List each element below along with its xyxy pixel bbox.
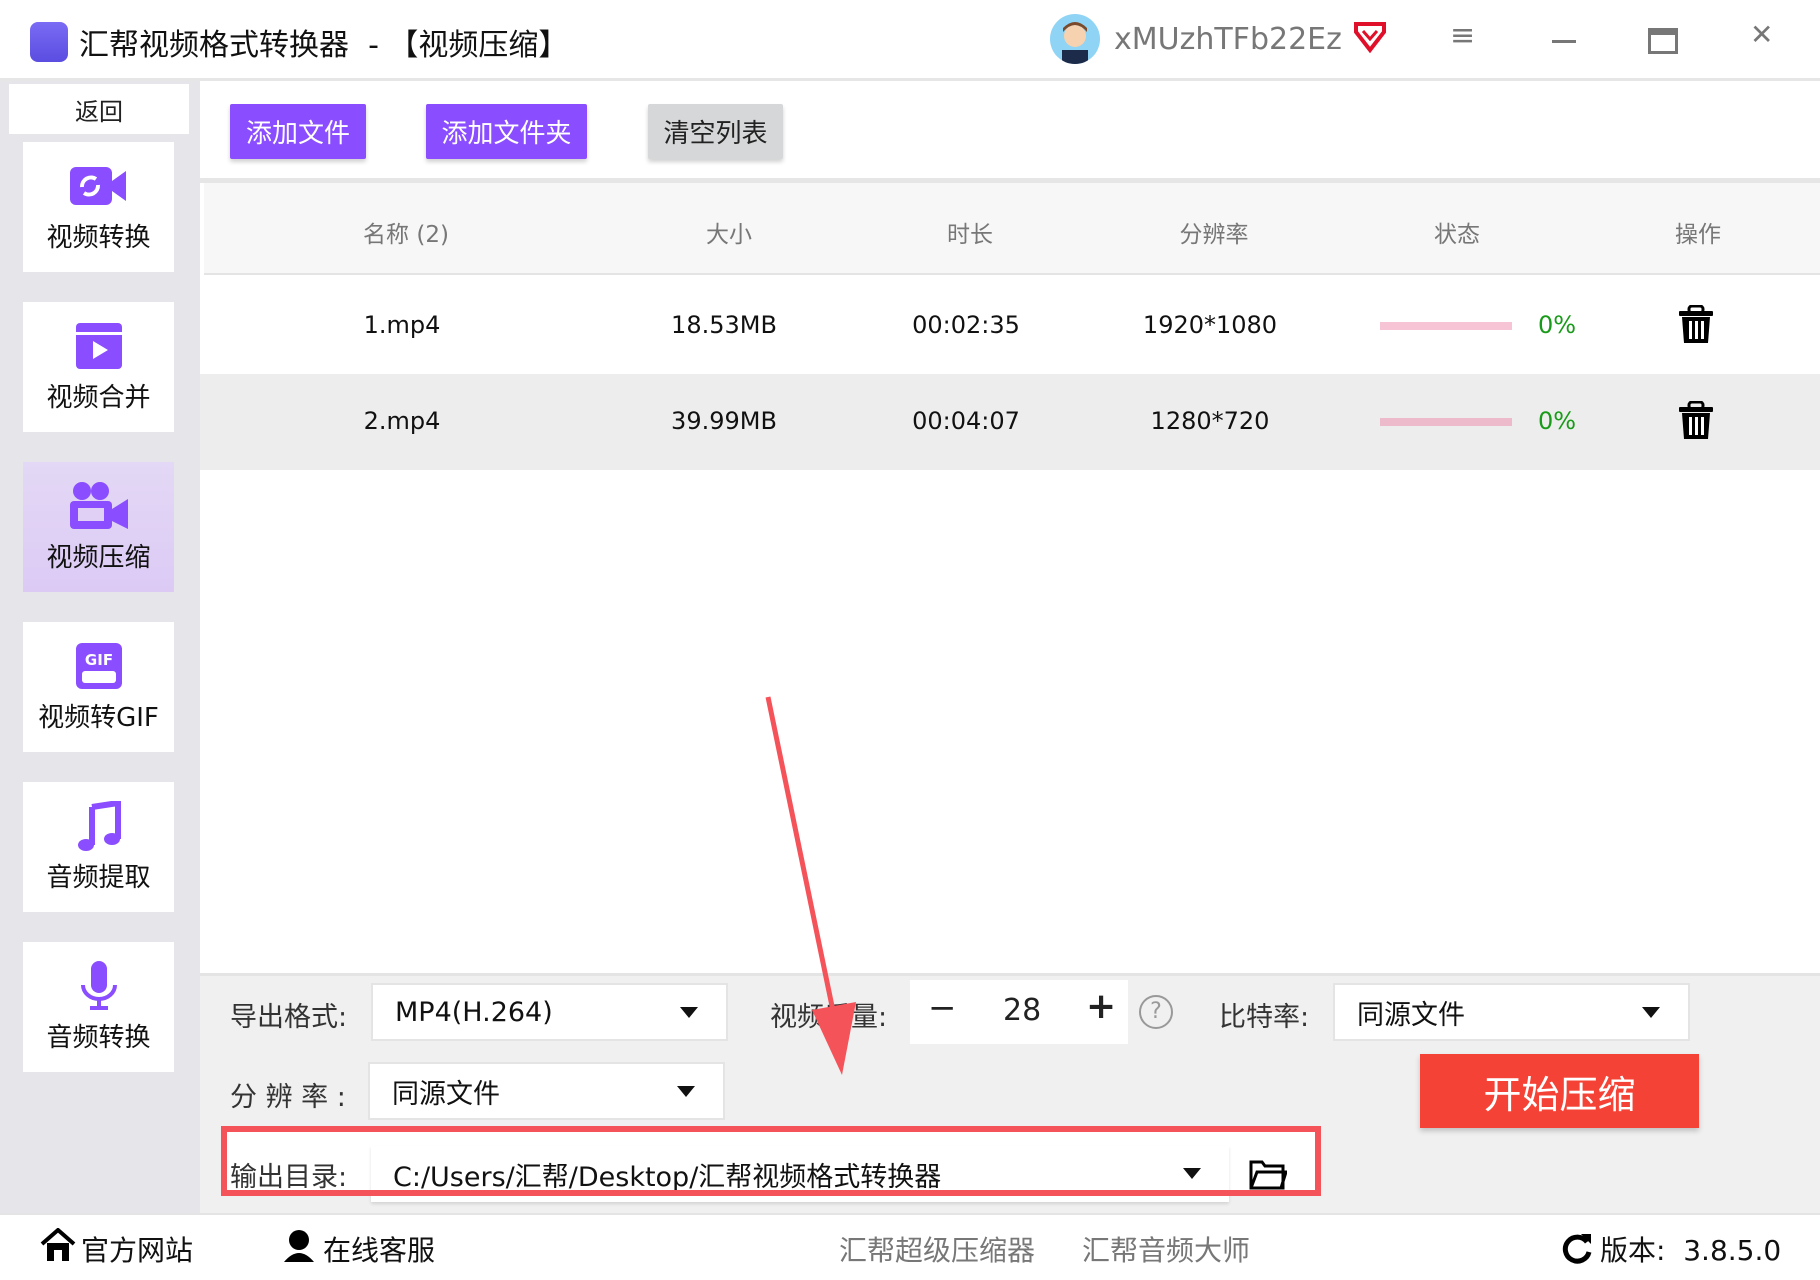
- file-size: 18.53MB: [671, 311, 777, 339]
- sidebar-item-video-convert[interactable]: 视频转换: [23, 142, 174, 272]
- video-convert-icon: [69, 166, 126, 205]
- music-note-icon: [77, 800, 121, 851]
- file-duration: 00:04:07: [912, 407, 1020, 435]
- help-icon[interactable]: ?: [1139, 995, 1173, 1029]
- sidebar-item-audio-extract[interactable]: 音频提取: [23, 782, 174, 912]
- sidebar-item-video-merge[interactable]: 视频合并: [23, 302, 174, 432]
- quality-minus-button[interactable]: −: [928, 988, 957, 1028]
- trash-icon[interactable]: [1678, 304, 1714, 349]
- back-button[interactable]: 返回: [9, 84, 189, 134]
- maximize-icon[interactable]: [1648, 28, 1678, 54]
- sidebar-item-label: 视频转换: [46, 222, 151, 253]
- username[interactable]: xMUzhTFb22Ez: [1114, 22, 1342, 57]
- svg-text:GIF: GIF: [84, 651, 112, 669]
- file-resolution: 1280*720: [1150, 407, 1270, 435]
- format-select[interactable]: MP4(H.264): [371, 983, 728, 1041]
- progress-bar: [1380, 418, 1512, 426]
- official-website-link[interactable]: 官方网站: [81, 1229, 193, 1269]
- chevron-down-icon: [677, 1086, 695, 1097]
- add-folder-button[interactable]: 添加文件夹: [426, 104, 587, 159]
- refresh-icon[interactable]: [1561, 1232, 1593, 1268]
- header-status: 状态: [1434, 222, 1480, 248]
- format-label: 导出格式:: [230, 1002, 348, 1033]
- microphone-icon: [80, 960, 117, 1010]
- chevron-down-icon: [680, 1007, 698, 1018]
- status-text: 0%: [1538, 311, 1577, 339]
- resolution-select[interactable]: 同源文件: [368, 1062, 725, 1120]
- minimize-icon[interactable]: [1552, 40, 1576, 43]
- quality-value[interactable]: 28: [1003, 993, 1041, 1028]
- header-name[interactable]: 名称 (2): [363, 215, 449, 249]
- avatar[interactable]: [1050, 14, 1100, 64]
- sidebar-item-label: 音频提取: [46, 862, 151, 893]
- file-name: 1.mp4: [363, 311, 441, 339]
- status-text: 0%: [1538, 407, 1577, 435]
- resolution-label: 分 辨 率 :: [230, 1082, 346, 1113]
- resolution-value: 同源文件: [392, 1078, 500, 1110]
- file-duration: 00:02:35: [912, 311, 1020, 339]
- trash-icon[interactable]: [1678, 400, 1714, 445]
- sidebar-item-label: 视频转GIF: [38, 702, 159, 733]
- gif-icon: GIF: [75, 642, 122, 689]
- start-compress-button[interactable]: 开始压缩: [1420, 1054, 1699, 1128]
- bitrate-label: 比特率:: [1219, 1002, 1310, 1033]
- vip-heart-icon[interactable]: [1352, 18, 1388, 54]
- home-icon[interactable]: [40, 1227, 76, 1266]
- file-size: 39.99MB: [671, 407, 777, 435]
- video-compress-icon: [69, 481, 128, 529]
- sidebar-item-video-to-gif[interactable]: GIF 视频转GIF: [23, 622, 174, 752]
- file-resolution: 1920*1080: [1142, 311, 1278, 339]
- add-file-button[interactable]: 添加文件: [230, 104, 366, 159]
- window-title: 汇帮视频格式转换器 - 【视频压缩】: [79, 28, 569, 63]
- bitrate-select[interactable]: 同源文件: [1333, 983, 1690, 1041]
- header-duration[interactable]: 时长: [947, 215, 993, 249]
- close-icon[interactable]: ✕: [1750, 18, 1773, 51]
- header-actions: 操作: [1675, 222, 1721, 248]
- audio-master-link[interactable]: 汇帮音频大师: [1082, 1229, 1250, 1269]
- header-resolution[interactable]: 分辨率: [1180, 215, 1249, 249]
- online-support-link[interactable]: 在线客服: [323, 1229, 435, 1269]
- customer-service-icon[interactable]: [282, 1228, 316, 1266]
- sidebar-item-label: 音频转换: [46, 1022, 151, 1053]
- sidebar-item-video-compress[interactable]: 视频压缩: [23, 462, 174, 592]
- quality-plus-button[interactable]: +: [1086, 986, 1116, 1027]
- highlight-box: [221, 1126, 1321, 1196]
- chevron-down-icon: [1642, 1007, 1660, 1018]
- menu-icon[interactable]: ≡: [1450, 18, 1475, 53]
- app-icon: [30, 22, 68, 62]
- clear-list-button[interactable]: 清空列表: [648, 104, 783, 159]
- file-name: 2.mp4: [363, 407, 441, 435]
- video-merge-icon: [75, 322, 122, 369]
- sidebar-item-label: 视频压缩: [46, 542, 151, 573]
- format-value: MP4(H.264): [395, 996, 553, 1028]
- progress-bar: [1380, 322, 1512, 330]
- sidebar-item-audio-convert[interactable]: 音频转换: [23, 942, 174, 1072]
- header-size[interactable]: 大小: [706, 215, 752, 249]
- bitrate-value: 同源文件: [1357, 999, 1465, 1031]
- compressor-link[interactable]: 汇帮超级压缩器: [839, 1229, 1035, 1269]
- annotation-arrow-icon: [765, 696, 856, 1075]
- version-text: 版本: 3.8.5.0: [1600, 1234, 1782, 1267]
- sidebar-item-label: 视频合并: [46, 382, 151, 413]
